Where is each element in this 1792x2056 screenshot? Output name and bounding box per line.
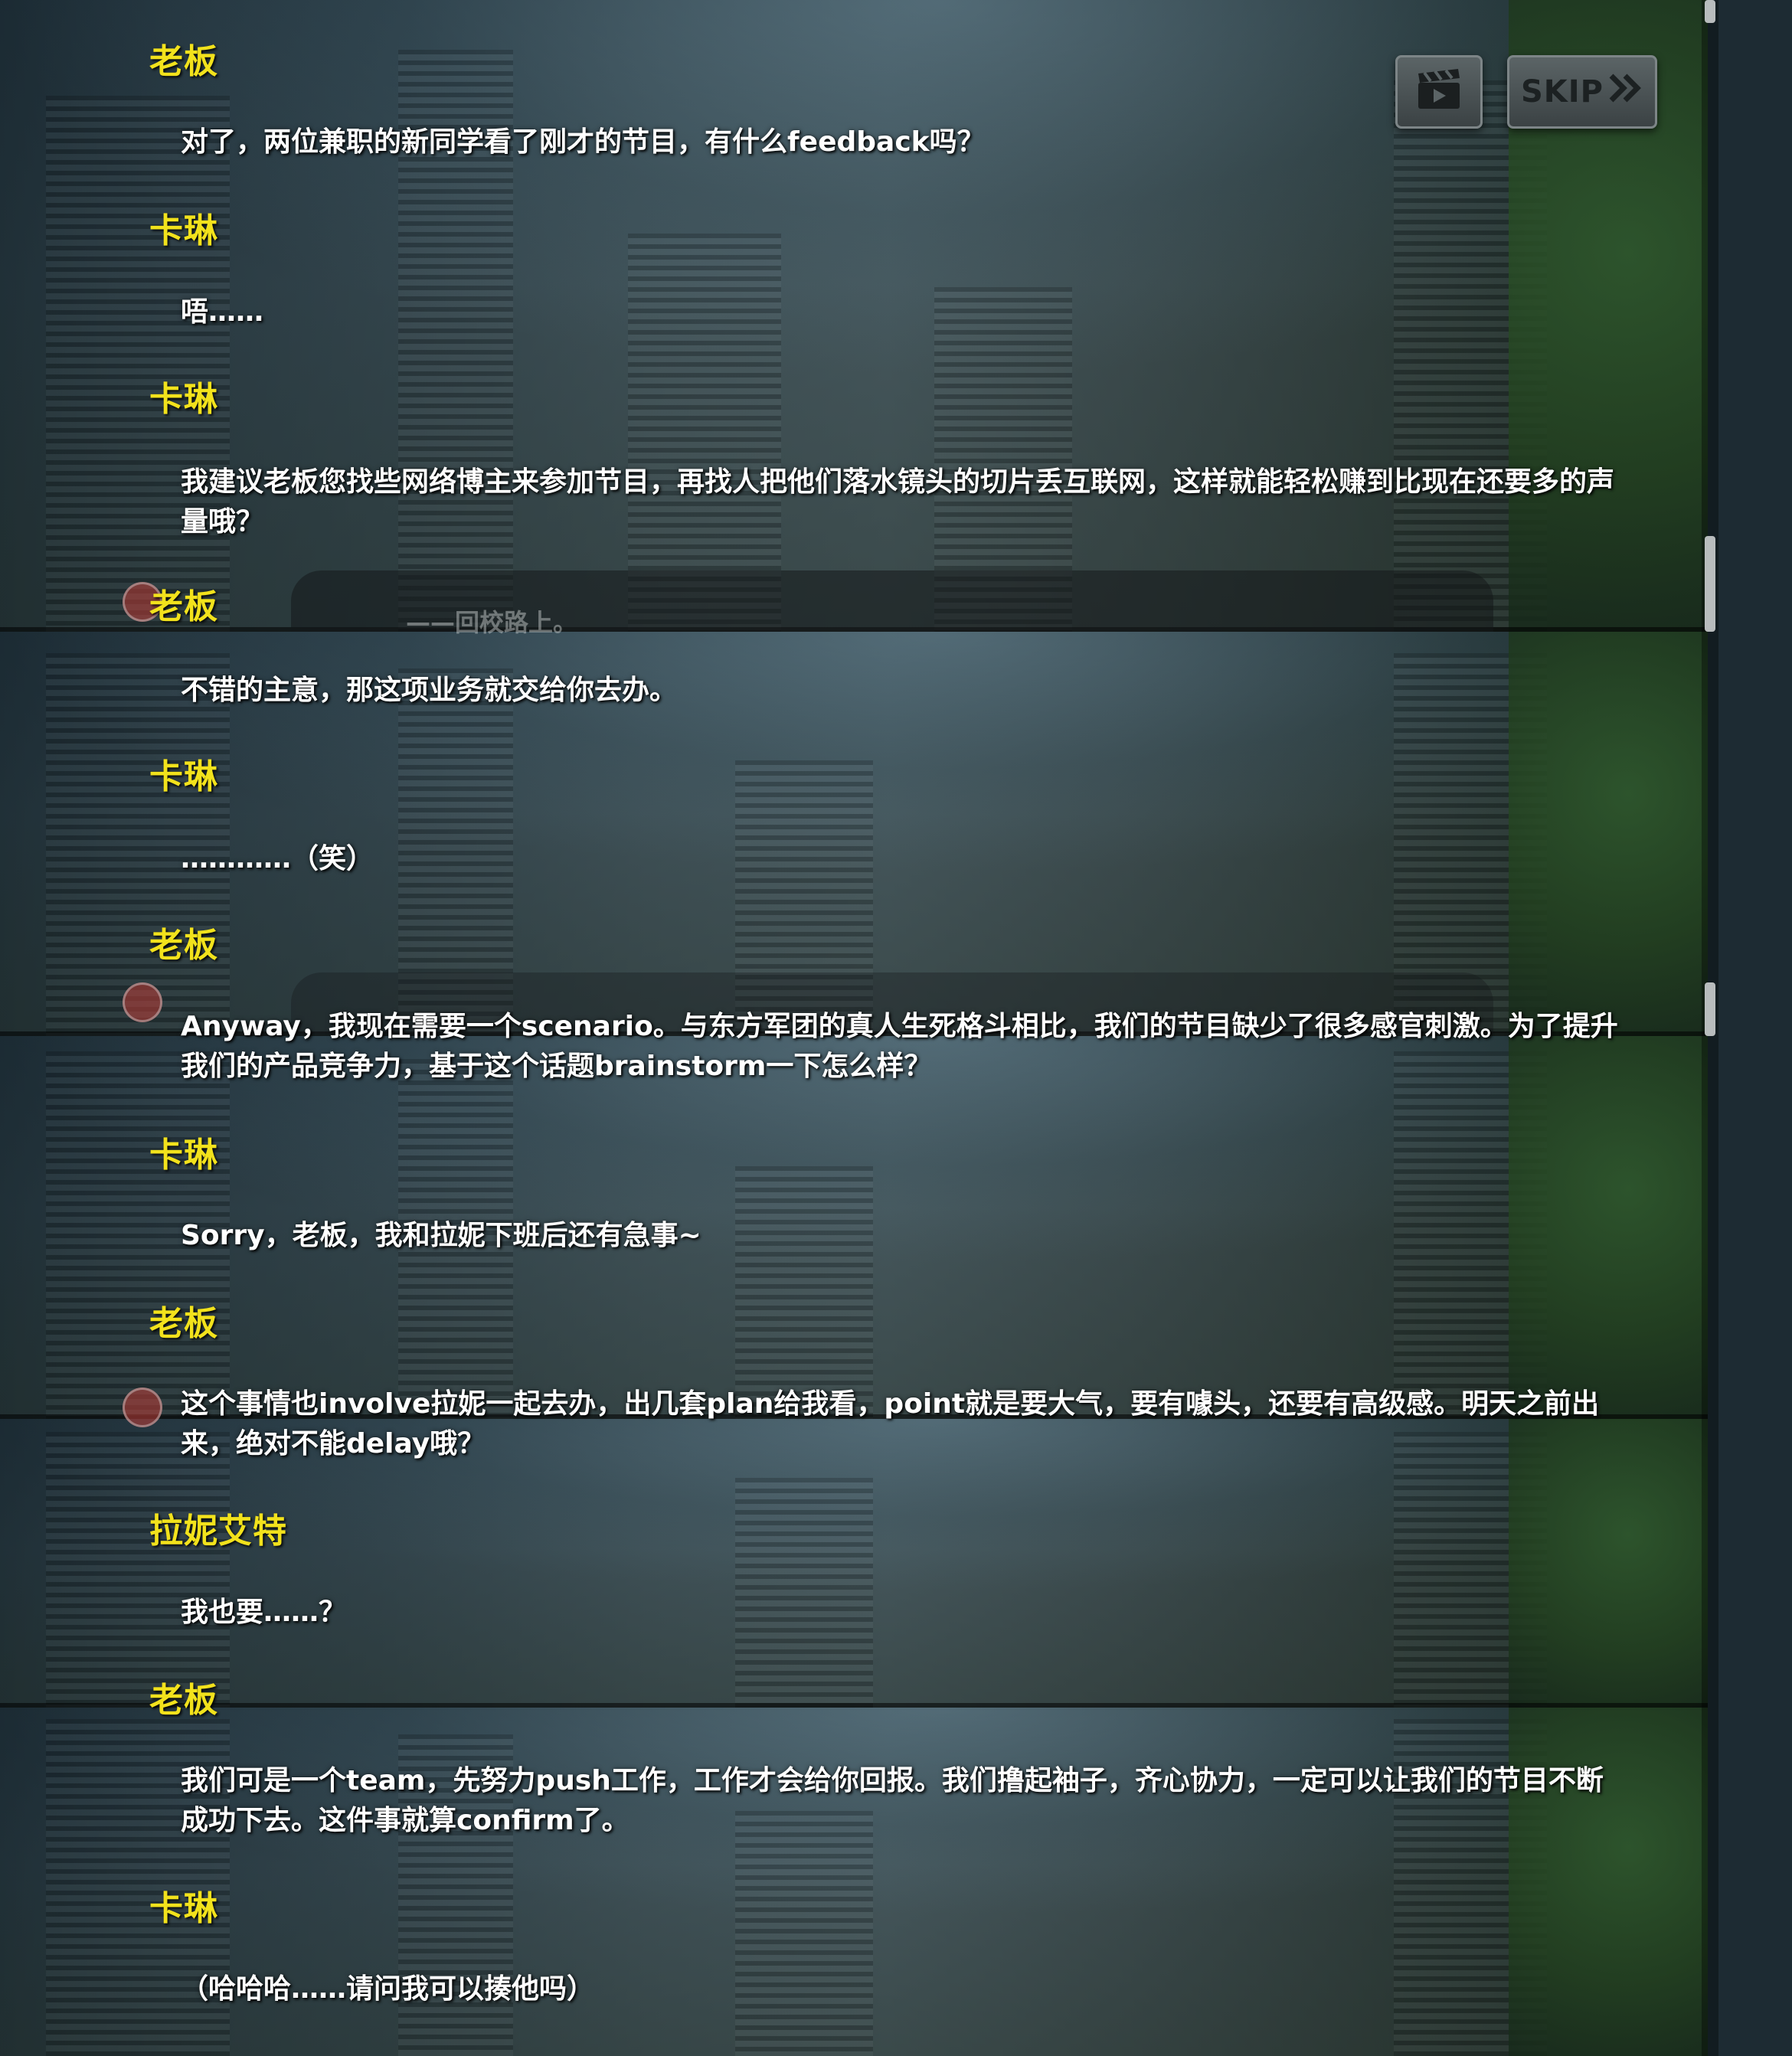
speaker-name: 老板 [149, 1681, 218, 1720]
clapperboard-button[interactable] [1395, 55, 1483, 129]
scrollbar-thumb[interactable] [1705, 536, 1715, 632]
speaker-name: 卡琳 [149, 1889, 218, 1928]
speaker-name: 卡琳 [149, 211, 218, 250]
dialogue-text: 不错的主意，那这项业务就交给你去办。 [181, 675, 678, 706]
dialogue-text: …………（笑） [181, 843, 374, 874]
traffic-sign [123, 1388, 162, 1427]
speaker-name: 老板 [149, 587, 218, 626]
double-chevron-right-icon [1608, 73, 1643, 111]
speaker-name: 卡琳 [149, 380, 218, 419]
dialogue-text: 我也要……？ [181, 1597, 347, 1628]
traffic-sign [123, 982, 162, 1022]
scrollbar-thumb[interactable] [1705, 0, 1715, 23]
dialogue-text: 我建议老板您找些网络博主来参加节目，再找人把他们落水镜头的切片丢互联网，这样就能… [181, 466, 1615, 538]
scrollbar-thumb[interactable] [1705, 982, 1715, 1036]
dialogue-text: 这个事情也involve拉妮一起去办，出几套plan给我看，point就是要大气… [181, 1388, 1600, 1459]
skip-label: SKIP [1520, 74, 1604, 110]
dialogue-text: Sorry，老板，我和拉妮下班后还有急事~ [181, 1220, 701, 1251]
speaker-name: 老板 [149, 926, 218, 965]
dialogue-text: Anyway，我现在需要一个scenario。与东方军团的真人生死格斗相比，我们… [181, 1011, 1618, 1082]
speaker-name: 卡琳 [149, 757, 218, 796]
dialogue-text: 唔…… [181, 296, 264, 328]
speaker-name: 老板 [149, 1304, 218, 1343]
underlying-narration-text: ——回校路上。 [406, 608, 578, 637]
dialogue-text: 对了，两位兼职的新同学看了刚才的节目，有什么feedback吗？ [181, 126, 985, 158]
clapperboard-icon [1414, 67, 1464, 116]
dialogue-text: 我们可是一个team，先努力push工作，工作才会给你回报。我们撸起袖子，齐心协… [181, 1765, 1604, 1836]
speaker-name: 卡琳 [149, 1136, 218, 1175]
dialogue-text: （哈哈哈……请问我可以揍他吗） [181, 1973, 595, 2005]
speaker-name: 拉妮艾特 [149, 1512, 287, 1551]
skip-button[interactable]: SKIP [1507, 55, 1657, 129]
speaker-name: 老板 [149, 42, 218, 81]
